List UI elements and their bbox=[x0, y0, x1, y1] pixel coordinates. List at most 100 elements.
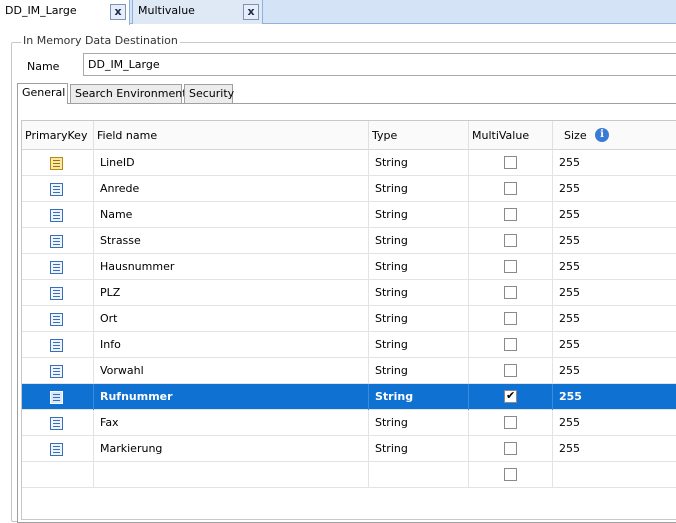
size-cell[interactable]: 255 bbox=[553, 306, 676, 332]
multivalue-cell bbox=[469, 410, 553, 436]
primary-key-cell[interactable] bbox=[22, 150, 94, 176]
doc-tab-dd-im-large[interactable]: DD_IM_Large x bbox=[0, 0, 130, 25]
fields-grid: PrimaryKey Field name Type MultiValue Si… bbox=[21, 120, 676, 520]
multivalue-checkbox[interactable] bbox=[504, 442, 517, 455]
table-row-empty[interactable] bbox=[22, 462, 676, 488]
column-header-multivalue[interactable]: MultiValue bbox=[469, 121, 553, 150]
size-cell[interactable]: 255 bbox=[553, 150, 676, 176]
size-cell[interactable]: 255 bbox=[553, 332, 676, 358]
type-cell[interactable]: String bbox=[369, 228, 469, 254]
field-name-cell[interactable]: LineID bbox=[94, 150, 369, 176]
multivalue-checkbox[interactable] bbox=[504, 338, 517, 351]
table-row[interactable]: Info String 255 bbox=[22, 332, 676, 358]
field-name-cell[interactable]: Hausnummer bbox=[94, 254, 369, 280]
close-icon[interactable]: x bbox=[243, 4, 259, 20]
field-name-cell[interactable]: Markierung bbox=[94, 436, 369, 462]
groupbox-title: In Memory Data Destination bbox=[21, 34, 180, 47]
field-name-cell[interactable]: Rufnummer bbox=[94, 384, 369, 410]
column-header-field-name[interactable]: Field name bbox=[94, 121, 369, 150]
field-name-cell[interactable]: Fax bbox=[94, 410, 369, 436]
close-icon[interactable]: x bbox=[110, 4, 126, 20]
primary-key-cell[interactable] bbox=[22, 202, 94, 228]
type-cell[interactable]: String bbox=[369, 202, 469, 228]
multivalue-checkbox[interactable] bbox=[504, 389, 517, 403]
size-cell[interactable]: 255 bbox=[553, 228, 676, 254]
column-header-primary-key[interactable]: PrimaryKey bbox=[22, 121, 94, 150]
column-header-type[interactable]: Type bbox=[369, 121, 469, 150]
name-input[interactable] bbox=[83, 53, 676, 76]
primary-key-cell[interactable] bbox=[22, 332, 94, 358]
multivalue-checkbox[interactable] bbox=[504, 364, 517, 377]
multivalue-checkbox[interactable] bbox=[504, 208, 517, 221]
field-list-icon bbox=[50, 183, 63, 196]
field-name-cell[interactable]: Ort bbox=[94, 306, 369, 332]
type-cell[interactable]: String bbox=[369, 358, 469, 384]
doc-tab-multivalue[interactable]: Multivalue x bbox=[132, 0, 263, 24]
multivalue-checkbox[interactable] bbox=[504, 182, 517, 195]
size-cell[interactable]: 255 bbox=[553, 358, 676, 384]
table-row[interactable]: Markierung String 255 bbox=[22, 436, 676, 462]
field-name-cell[interactable]: Vorwahl bbox=[94, 358, 369, 384]
field-name-cell[interactable]: Anrede bbox=[94, 176, 369, 202]
type-cell[interactable]: String bbox=[369, 306, 469, 332]
type-cell[interactable]: String bbox=[369, 410, 469, 436]
field-name-cell[interactable]: Strasse bbox=[94, 228, 369, 254]
multivalue-checkbox[interactable] bbox=[504, 312, 517, 325]
field-name-cell[interactable] bbox=[94, 462, 369, 488]
type-cell[interactable]: String bbox=[369, 332, 469, 358]
size-cell[interactable] bbox=[553, 462, 676, 488]
info-icon[interactable]: i bbox=[595, 128, 609, 142]
primary-key-cell[interactable] bbox=[22, 436, 94, 462]
type-cell[interactable]: String bbox=[369, 384, 469, 410]
primary-key-cell[interactable] bbox=[22, 306, 94, 332]
tab-search-environments[interactable]: Search Environments bbox=[70, 84, 192, 103]
field-list-icon bbox=[50, 287, 63, 300]
size-cell[interactable]: 255 bbox=[553, 436, 676, 462]
multivalue-checkbox[interactable] bbox=[504, 416, 517, 429]
tab-security[interactable]: Security bbox=[184, 84, 234, 103]
size-cell[interactable]: 255 bbox=[553, 176, 676, 202]
table-row[interactable]: RufnummerString 255 bbox=[22, 384, 676, 410]
field-name-cell[interactable]: Info bbox=[94, 332, 369, 358]
primary-key-cell[interactable] bbox=[22, 280, 94, 306]
multivalue-cell bbox=[469, 150, 553, 176]
primary-key-cell[interactable] bbox=[22, 384, 94, 410]
primary-key-cell[interactable] bbox=[22, 254, 94, 280]
table-row[interactable]: Strasse String 255 bbox=[22, 228, 676, 254]
column-header-size[interactable]: Size bbox=[553, 121, 676, 150]
tab-general[interactable]: General bbox=[17, 83, 68, 104]
table-row[interactable]: Ort String 255 bbox=[22, 306, 676, 332]
multivalue-checkbox[interactable] bbox=[504, 156, 517, 169]
size-cell[interactable]: 255 bbox=[553, 254, 676, 280]
type-cell[interactable] bbox=[369, 462, 469, 488]
type-cell[interactable]: String bbox=[369, 150, 469, 176]
primary-key-cell[interactable] bbox=[22, 462, 94, 488]
table-row[interactable]: Name String 255 bbox=[22, 202, 676, 228]
size-cell[interactable]: 255 bbox=[553, 202, 676, 228]
field-name-cell[interactable]: Name bbox=[94, 202, 369, 228]
type-cell[interactable]: String bbox=[369, 436, 469, 462]
size-cell[interactable]: 255 bbox=[553, 410, 676, 436]
size-cell[interactable]: 255 bbox=[553, 384, 676, 410]
multivalue-cell bbox=[469, 306, 553, 332]
type-cell[interactable]: String bbox=[369, 254, 469, 280]
primary-key-cell[interactable] bbox=[22, 228, 94, 254]
table-row[interactable]: LineID String 255 bbox=[22, 150, 676, 176]
multivalue-checkbox[interactable] bbox=[504, 468, 517, 481]
multivalue-checkbox[interactable] bbox=[504, 260, 517, 273]
field-name-cell[interactable]: PLZ bbox=[94, 280, 369, 306]
table-row[interactable]: Hausnummer String 255 bbox=[22, 254, 676, 280]
table-row[interactable]: Fax String 255 bbox=[22, 410, 676, 436]
primary-key-cell[interactable] bbox=[22, 358, 94, 384]
primary-key-cell[interactable] bbox=[22, 410, 94, 436]
multivalue-checkbox[interactable] bbox=[504, 234, 517, 247]
size-cell[interactable]: 255 bbox=[553, 280, 676, 306]
table-row[interactable]: Anrede String 255 bbox=[22, 176, 676, 202]
table-row[interactable]: Vorwahl String 255 bbox=[22, 358, 676, 384]
type-cell[interactable]: String bbox=[369, 176, 469, 202]
multivalue-checkbox[interactable] bbox=[504, 286, 517, 299]
type-cell[interactable]: String bbox=[369, 280, 469, 306]
primary-key-cell[interactable] bbox=[22, 176, 94, 202]
table-row[interactable]: PLZ String 255 bbox=[22, 280, 676, 306]
multivalue-cell bbox=[469, 358, 553, 384]
